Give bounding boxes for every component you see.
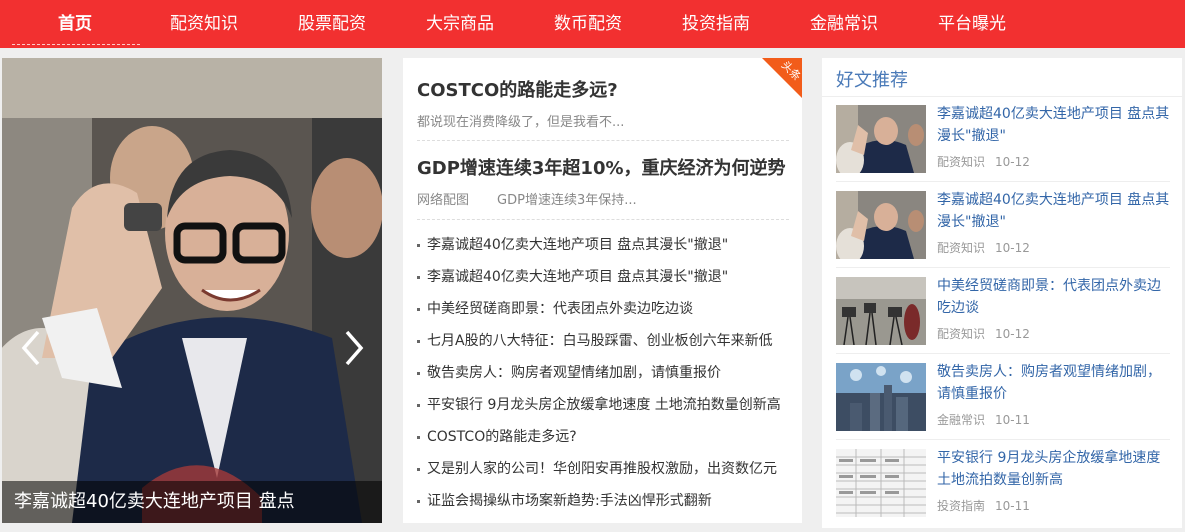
news-list: 李嘉诚超40亿卖大连地产项目 盘点其漫长"撤退" 李嘉诚超40亿卖大连地产项目 … (417, 232, 792, 520)
divider (822, 96, 1182, 97)
article-thumbnail[interactable] (836, 277, 926, 345)
nav-item-home[interactable]: 首页 (58, 0, 92, 48)
top-nav: 首页 配资知识 股票配资 大宗商品 数币配资 投资指南 金融常识 平台曝光 (0, 0, 1185, 48)
divider (417, 219, 789, 220)
recommended-item-title[interactable]: 李嘉诚超40亿卖大连地产项目 盘点其漫长"撤退" (937, 103, 1173, 147)
nav-active-underline (12, 44, 140, 45)
divider (417, 140, 789, 141)
article-thumbnail[interactable] (836, 105, 926, 173)
nav-item-investment-guide[interactable]: 投资指南 (682, 0, 750, 48)
divider (836, 353, 1170, 354)
recommended-item-date: 10-11 (995, 413, 1030, 427)
recommended-item[interactable]: 中美经贸磋商即景：代表团点外卖边吃边谈 配资知识 10-12 (836, 277, 1174, 353)
recommended-item-meta: 配资知识 10-12 (937, 153, 1030, 170)
recommended-item-meta: 配资知识 10-12 (937, 239, 1030, 256)
recommended-item-category[interactable]: 配资知识 (937, 241, 985, 255)
recommended-articles-panel: 好文推荐 李嘉诚超40亿卖大连地产项目 盘点其漫长"撤退" 配资知识 10-12 … (822, 58, 1182, 528)
recommended-item-category[interactable]: 配资知识 (937, 327, 985, 341)
slide-caption[interactable]: 李嘉诚超40亿卖大连地产项目 盘点 (2, 481, 382, 523)
nav-item-finance-basics[interactable]: 金融常识 (810, 0, 878, 48)
headline-summary: 都说现在消费降级了，但是我看不... (417, 111, 792, 130)
headline-summary: 网络配图 GDP增速连续3年保持... (417, 189, 792, 208)
recommended-item-title[interactable]: 平安银行 9月龙头房企放缓拿地速度 土地流拍数量创新高 (937, 447, 1173, 491)
article-thumbnail[interactable] (836, 363, 926, 431)
article-thumbnail[interactable] (836, 449, 926, 517)
recommended-item-title[interactable]: 李嘉诚超40亿卖大连地产项目 盘点其漫长"撤退" (937, 189, 1173, 233)
divider (836, 439, 1170, 440)
nav-item-margin-knowledge[interactable]: 配资知识 (170, 0, 238, 48)
recommended-item-meta: 配资知识 10-12 (937, 325, 1030, 342)
news-list-item[interactable]: 证监会揭操纵市场案新趋势:手法凶悍形式翻新 (417, 488, 792, 520)
recommended-item[interactable]: 平安银行 9月龙头房企放缓拿地速度 土地流拍数量创新高 投资指南 10-11 (836, 449, 1174, 525)
nav-item-crypto-margin[interactable]: 数币配资 (554, 0, 622, 48)
headline-news-panel: 头条 COSTCO的路能走多远? 都说现在消费降级了，但是我看不... GDP增… (403, 58, 802, 523)
recommended-title: 好文推荐 (836, 70, 908, 91)
recommended-item-meta: 投资指南 10-11 (937, 497, 1030, 514)
news-list-item[interactable]: COSTCO的路能走多远? (417, 424, 792, 456)
divider (836, 181, 1170, 182)
recommended-item[interactable]: 李嘉诚超40亿卖大连地产项目 盘点其漫长"撤退" 配资知识 10-12 (836, 105, 1174, 181)
divider (836, 267, 1170, 268)
news-list-item[interactable]: 又是别人家的公司！华创阳安再推股权激励，出资数亿元 (417, 456, 792, 488)
recommended-item-title[interactable]: 敬告卖房人：购房者观望情绪加剧，请慎重报价 (937, 361, 1173, 405)
recommended-item-date: 10-12 (995, 241, 1030, 255)
slide-image (2, 58, 382, 523)
news-list-item[interactable]: 李嘉诚超40亿卖大连地产项目 盘点其漫长"撤退" (417, 232, 792, 264)
recommended-item[interactable]: 敬告卖房人：购房者观望情绪加剧，请慎重报价 金融常识 10-11 (836, 363, 1174, 439)
recommended-item-date: 10-12 (995, 155, 1030, 169)
recommended-item-category[interactable]: 投资指南 (937, 499, 985, 513)
headline-title[interactable]: GDP增速连续3年超10%，重庆经济为何逆势 (417, 154, 792, 180)
headline-summary-text: 都说现在消费降级了，但是我看不... (417, 115, 625, 130)
recommended-item-category[interactable]: 配资知识 (937, 155, 985, 169)
nav-item-platform-exposure[interactable]: 平台曝光 (938, 0, 1006, 48)
chevron-right-icon[interactable] (341, 328, 367, 368)
nav-item-commodities[interactable]: 大宗商品 (426, 0, 494, 48)
news-list-item[interactable]: 敬告卖房人：购房者观望情绪加剧，请慎重报价 (417, 360, 792, 392)
recommended-item-date: 10-12 (995, 327, 1030, 341)
news-list-item[interactable]: 李嘉诚超40亿卖大连地产项目 盘点其漫长"撤退" (417, 264, 792, 296)
news-list-item[interactable]: 平安银行 9月龙头房企放缓拿地速度 土地流拍数量创新高 (417, 392, 792, 424)
recommended-item[interactable]: 李嘉诚超40亿卖大连地产项目 盘点其漫长"撤退" 配资知识 10-12 (836, 191, 1174, 267)
nav-item-stock-margin[interactable]: 股票配资 (298, 0, 366, 48)
headline-category[interactable]: 网络配图 (417, 193, 469, 208)
recommended-item-category[interactable]: 金融常识 (937, 413, 985, 427)
headline-item: GDP增速连续3年超10%，重庆经济为何逆势 网络配图 GDP增速连续3年保持..… (417, 154, 792, 208)
headline-item: COSTCO的路能走多远? 都说现在消费降级了，但是我看不... (417, 76, 792, 130)
recommended-item-meta: 金融常识 10-11 (937, 411, 1030, 428)
image-slider[interactable]: 李嘉诚超40亿卖大连地产项目 盘点 (2, 58, 382, 523)
article-thumbnail[interactable] (836, 191, 926, 259)
chevron-left-icon[interactable] (18, 328, 44, 368)
news-list-item[interactable]: 中美经贸磋商即景：代表团点外卖边吃边谈 (417, 296, 792, 328)
news-list-item[interactable]: 七月A股的八大特征：白马股踩雷、创业板创六年来新低 (417, 328, 792, 360)
recommended-item-title[interactable]: 中美经贸磋商即景：代表团点外卖边吃边谈 (937, 275, 1173, 319)
headline-summary-text: GDP增速连续3年保持... (497, 193, 637, 208)
headline-title[interactable]: COSTCO的路能走多远? (417, 76, 792, 102)
recommended-item-date: 10-11 (995, 499, 1030, 513)
